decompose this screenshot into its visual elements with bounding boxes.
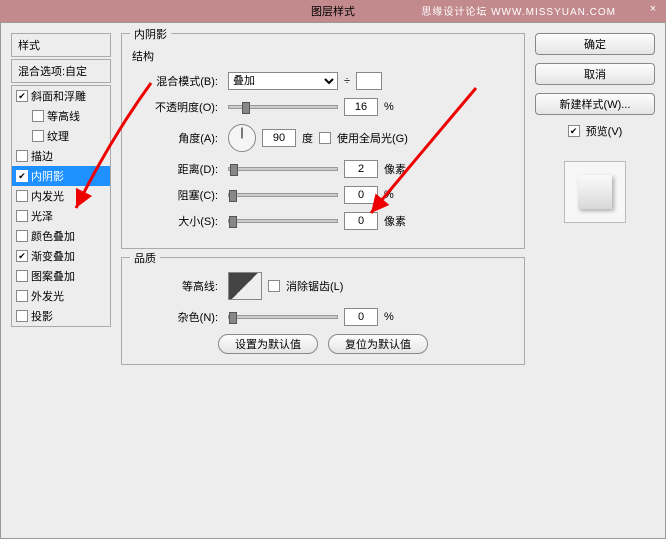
style-label: 渐变叠加 (31, 248, 75, 264)
angle-label: 角度(A): (132, 130, 222, 146)
choke-unit: % (384, 189, 394, 201)
style-checkbox[interactable] (32, 110, 44, 122)
style-item-光泽[interactable]: 光泽 (12, 206, 110, 226)
blend-options-header[interactable]: 混合选项:自定 (11, 59, 111, 83)
style-checkbox[interactable] (16, 270, 28, 282)
angle-unit: 度 (302, 130, 313, 146)
global-light-label: 使用全局光(G) (337, 130, 408, 146)
style-checkbox[interactable] (16, 230, 28, 242)
choke-input[interactable] (344, 186, 378, 204)
opacity-unit: % (384, 101, 394, 113)
angle-dial[interactable] (228, 124, 256, 152)
style-item-等高线[interactable]: 等高线 (12, 106, 110, 126)
angle-input[interactable] (262, 129, 296, 147)
close-icon[interactable]: × (646, 3, 660, 17)
new-style-button[interactable]: 新建样式(W)... (535, 93, 655, 115)
size-unit: 像素 (384, 213, 406, 229)
styles-header[interactable]: 样式 (11, 33, 111, 57)
antialias-checkbox[interactable] (268, 280, 280, 292)
distance-input[interactable] (344, 160, 378, 178)
distance-slider[interactable] (228, 167, 338, 171)
structure-fieldset: 内阴影 结构 混合模式(B): 叠加 ÷ 不透明度(O): % 角度(A): 度 (121, 33, 525, 249)
preview-label: 预览(V) (586, 123, 623, 139)
dialog-title: 图层样式 (311, 3, 355, 19)
style-label: 颜色叠加 (31, 228, 75, 244)
blend-mode-select[interactable]: 叠加 (228, 72, 338, 90)
size-input[interactable] (344, 212, 378, 230)
style-item-内阴影[interactable]: 内阴影 (12, 166, 110, 186)
quality-title: 品质 (130, 250, 160, 266)
blend-mode-label: 混合模式(B): (132, 73, 222, 89)
style-label: 纹理 (47, 128, 69, 144)
ok-button[interactable]: 确定 (535, 33, 655, 55)
preview-thumbnail (578, 175, 612, 209)
preview-checkbox[interactable] (568, 125, 580, 137)
style-item-投影[interactable]: 投影 (12, 306, 110, 326)
style-label: 投影 (31, 308, 53, 324)
style-label: 图案叠加 (31, 268, 75, 284)
style-checkbox[interactable] (16, 250, 28, 262)
style-item-内发光[interactable]: 内发光 (12, 186, 110, 206)
section-title: 内阴影 (130, 26, 171, 42)
style-label: 外发光 (31, 288, 64, 304)
style-checkbox[interactable] (32, 130, 44, 142)
size-slider[interactable] (228, 219, 338, 223)
opacity-input[interactable] (344, 98, 378, 116)
choke-label: 阻塞(C): (132, 187, 222, 203)
structure-label: 结构 (132, 48, 514, 64)
center-panel: 内阴影 结构 混合模式(B): 叠加 ÷ 不透明度(O): % 角度(A): 度 (121, 33, 525, 528)
dropdown-icon[interactable]: ÷ (344, 75, 350, 87)
style-item-外发光[interactable]: 外发光 (12, 286, 110, 306)
cancel-button[interactable]: 取消 (535, 63, 655, 85)
style-label: 描边 (31, 148, 53, 164)
style-label: 等高线 (47, 108, 80, 124)
watermark: 思缘设计论坛 WWW.MISSYUAN.COM (421, 3, 616, 18)
global-light-checkbox[interactable] (319, 132, 331, 144)
reset-default-button[interactable]: 复位为默认值 (328, 334, 428, 354)
style-item-颜色叠加[interactable]: 颜色叠加 (12, 226, 110, 246)
color-swatch[interactable] (356, 72, 382, 90)
style-item-描边[interactable]: 描边 (12, 146, 110, 166)
style-item-纹理[interactable]: 纹理 (12, 126, 110, 146)
left-panel: 样式 混合选项:自定 斜面和浮雕等高线纹理描边内阴影内发光光泽颜色叠加渐变叠加图… (11, 33, 111, 528)
style-checkbox[interactable] (16, 190, 28, 202)
make-default-button[interactable]: 设置为默认值 (218, 334, 318, 354)
opacity-slider[interactable] (228, 105, 338, 109)
style-checkbox[interactable] (16, 210, 28, 222)
opacity-label: 不透明度(O): (132, 99, 222, 115)
preview-box (564, 161, 626, 223)
noise-input[interactable] (344, 308, 378, 326)
noise-slider[interactable] (228, 315, 338, 319)
dialog-body: 样式 混合选项:自定 斜面和浮雕等高线纹理描边内阴影内发光光泽颜色叠加渐变叠加图… (0, 22, 666, 539)
style-label: 内发光 (31, 188, 64, 204)
antialias-label: 消除锯齿(L) (286, 278, 343, 294)
style-item-斜面和浮雕[interactable]: 斜面和浮雕 (12, 86, 110, 106)
style-checkbox[interactable] (16, 170, 28, 182)
contour-picker[interactable] (228, 272, 262, 300)
distance-label: 距离(D): (132, 161, 222, 177)
style-label: 内阴影 (31, 168, 64, 184)
style-checkbox[interactable] (16, 290, 28, 302)
distance-unit: 像素 (384, 161, 406, 177)
style-checkbox[interactable] (16, 150, 28, 162)
style-checkbox[interactable] (16, 310, 28, 322)
right-panel: 确定 取消 新建样式(W)... 预览(V) (535, 33, 655, 528)
title-bar: 图层样式 思缘设计论坛 WWW.MISSYUAN.COM × (0, 0, 666, 22)
style-checkbox[interactable] (16, 90, 28, 102)
style-label: 光泽 (31, 208, 53, 224)
style-list: 斜面和浮雕等高线纹理描边内阴影内发光光泽颜色叠加渐变叠加图案叠加外发光投影 (11, 85, 111, 327)
contour-label: 等高线: (132, 278, 222, 294)
noise-label: 杂色(N): (132, 309, 222, 325)
size-label: 大小(S): (132, 213, 222, 229)
choke-slider[interactable] (228, 193, 338, 197)
style-item-渐变叠加[interactable]: 渐变叠加 (12, 246, 110, 266)
quality-fieldset: 品质 等高线: 消除锯齿(L) 杂色(N): % 设置为默认值 复位为默认值 (121, 257, 525, 365)
style-label: 斜面和浮雕 (31, 88, 86, 104)
style-item-图案叠加[interactable]: 图案叠加 (12, 266, 110, 286)
noise-unit: % (384, 311, 394, 323)
